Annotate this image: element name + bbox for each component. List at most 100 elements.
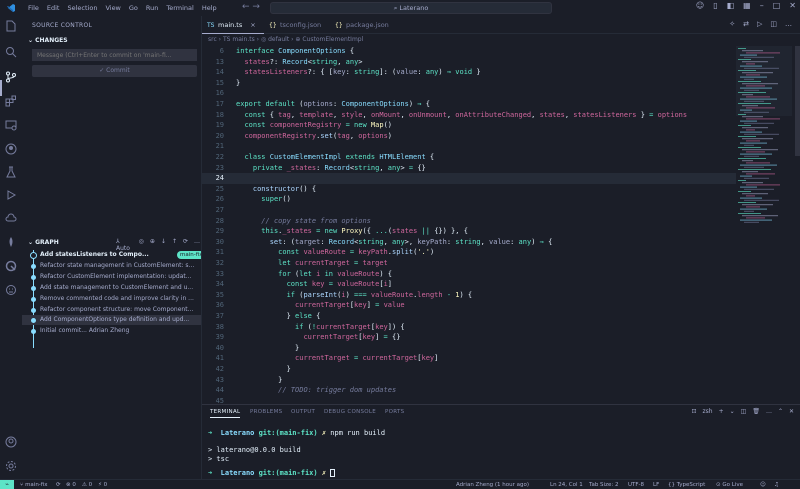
status-branch[interactable]: ⑂ main-fix [20,480,48,489]
explorer-icon[interactable] [5,20,17,32]
status-warnings[interactable]: ⚠ 0 [82,480,92,489]
more-icon[interactable]: … [766,408,772,415]
testing-icon[interactable] [5,166,17,178]
minimap[interactable] [736,46,792,404]
remote-explorer-icon[interactable] [5,119,17,131]
panel-tab-ports[interactable]: PORTS [385,409,404,415]
commit-button[interactable]: ✓ Commit [32,65,197,77]
timeline-icon[interactable] [5,284,17,296]
menu-selection[interactable]: Selection [63,4,101,12]
shell-name[interactable]: zsh [703,408,713,415]
code-line[interactable]: 14 statesListeners?: { [key: string]: (v… [202,67,736,78]
docker-icon[interactable] [5,260,17,272]
code-line[interactable]: 16 [202,88,736,99]
code-line[interactable]: 35 if (parseInt(i) === valueRoute.length… [202,290,736,301]
graph-commit-row[interactable]: Refactor state management in CustomEleme… [22,261,201,271]
graph-commit-row[interactable]: Refactor CustomElement implementation: u… [22,272,201,282]
new-terminal-icon[interactable]: + [719,408,724,415]
panel-tab-terminal[interactable]: TERMINAL [210,409,241,418]
forward-arrow-icon[interactable]: → [252,2,260,12]
copilot-icon[interactable]: ☺ [696,1,704,10]
code-line[interactable]: 27 [202,205,736,216]
tab-package-json[interactable]: {} package.json [330,16,400,34]
menu-run[interactable]: Run [142,4,162,12]
split-editor-icon[interactable]: ◫ [770,20,777,28]
vertical-scrollbar[interactable] [795,46,800,404]
status-git-blame[interactable]: Adrian Zheng (1 hour ago) [456,480,529,489]
trash-icon[interactable]: 🗑 [752,408,760,415]
status-language[interactable]: {} TypeScript [668,480,705,489]
code-line[interactable]: 13 states?: Record<string, any> [202,57,736,68]
scrollbar-thumb[interactable] [795,46,800,156]
breadcrumb[interactable]: src › TS main.ts › ◎ default › ⊕ CustomE… [202,34,800,46]
code-line[interactable]: 38 if (!currentTarget[key]) { [202,322,736,333]
code-line[interactable]: 23 private _states: Record<string, any> … [202,163,736,174]
code-line[interactable]: 25 constructor() { [202,184,736,195]
terminal-prompt-line[interactable]: ➜ Laterano git:(main-fix) ✗ [208,469,336,477]
graph-commit-row[interactable]: Add state management to CustomElement an… [22,283,201,293]
status-go-live[interactable]: ⊙ Go Live [716,480,743,489]
panel-tab-problems[interactable]: PROBLEMS [250,409,282,415]
code-line[interactable]: 21 [202,141,736,152]
tab-tsconfig-json[interactable]: {} tsconfig.json [264,16,328,34]
status-sync-icon[interactable]: ⟳ [56,480,61,489]
notifications-bell-icon[interactable]: ♫ [774,480,779,489]
code-line[interactable]: 39 currentTarget[key] = {} [202,332,736,343]
menu-go[interactable]: Go [125,4,142,12]
close-panel-icon[interactable]: ✕ [789,408,794,415]
code-line[interactable]: 26 super() [202,194,736,205]
menu-edit[interactable]: Edit [43,4,64,12]
split-terminal-icon[interactable]: ◫ [741,408,747,415]
panel-tab-debug-console[interactable]: DEBUG CONSOLE [324,409,376,415]
run-debug-icon[interactable] [5,189,17,201]
code-line[interactable]: 34 const key = valueRoute[i] [202,279,736,290]
menu-help[interactable]: Help [198,4,221,12]
layout-panel-icon[interactable]: ▯ [713,1,717,10]
code-line[interactable]: 33 for (let i in valueRoute) { [202,269,736,280]
commit-message-input[interactable] [32,49,197,61]
layout-grid-icon[interactable]: ▦ [743,1,751,10]
code-line[interactable]: 31 const valueRoute = keyPath.split('.') [202,247,736,258]
remote-indicator-icon[interactable]: ⌁ [0,480,14,489]
code-line[interactable]: 41 currentTarget = currentTarget[key] [202,353,736,364]
code-line[interactable]: 43 } [202,375,736,386]
status-cursor-position[interactable]: Ln 24, Col 1 [550,480,583,489]
code-line[interactable]: 15} [202,78,736,89]
code-line[interactable]: 32 let currentTarget = target [202,258,736,269]
code-line[interactable]: 19 const componentRegistry = new Map() [202,120,736,131]
command-center-search[interactable]: ⌕ Laterano [270,2,552,14]
code-line[interactable]: 30 set: (target: Record<string, any>, ke… [202,237,736,248]
tab-main-ts[interactable]: TS main.ts × [202,16,264,34]
status-encoding[interactable]: UTF-8 [628,480,644,489]
more-actions-icon[interactable]: … [785,20,792,28]
back-arrow-icon[interactable]: ← [242,2,250,12]
code-line[interactable]: 6 interface ComponentOptions { [202,46,736,57]
code-line[interactable]: 28 // copy state from options [202,216,736,227]
code-line[interactable]: 40 } [202,343,736,354]
status-ports[interactable]: ⚡ 0 [98,480,107,489]
code-line[interactable]: 45 [202,396,736,404]
code-line[interactable]: 44 // TODO: trigger dom updates [202,385,736,396]
minimize-icon[interactable]: – [760,1,764,10]
github-icon[interactable] [5,143,17,155]
code-line[interactable]: 36 currentTarget[key] = value [202,300,736,311]
code-line[interactable]: 18 const { tag, template, style, onMount… [202,110,736,121]
status-errors[interactable]: ⊗ 0 [66,480,76,489]
close-window-icon[interactable]: ✕ [789,1,796,10]
status-eol[interactable]: LF [653,480,659,489]
code-line[interactable]: 24 [202,173,736,184]
settings-gear-icon[interactable] [5,460,17,472]
menu-view[interactable]: View [101,4,124,12]
graph-title[interactable]: ⌄ GRAPH [28,239,59,246]
status-tab-size[interactable]: Tab Size: 2 [589,480,618,489]
source-control-icon[interactable] [5,71,17,83]
code-line[interactable]: 42 } [202,364,736,375]
chevron-down-icon[interactable]: ⌄ [730,408,735,415]
code-line[interactable]: 29 this._states = new Proxy({ ...(states… [202,226,736,237]
graph-commit-row[interactable]: Add ComponentOptions type definition and… [22,315,201,326]
close-tab-icon[interactable]: × [250,21,255,29]
mongodb-icon[interactable] [5,236,17,248]
code-line[interactable]: 20 componentRegistry.set(tag, options) [202,131,736,142]
cloud-icon[interactable] [5,212,17,224]
extensions-icon[interactable] [5,95,17,107]
